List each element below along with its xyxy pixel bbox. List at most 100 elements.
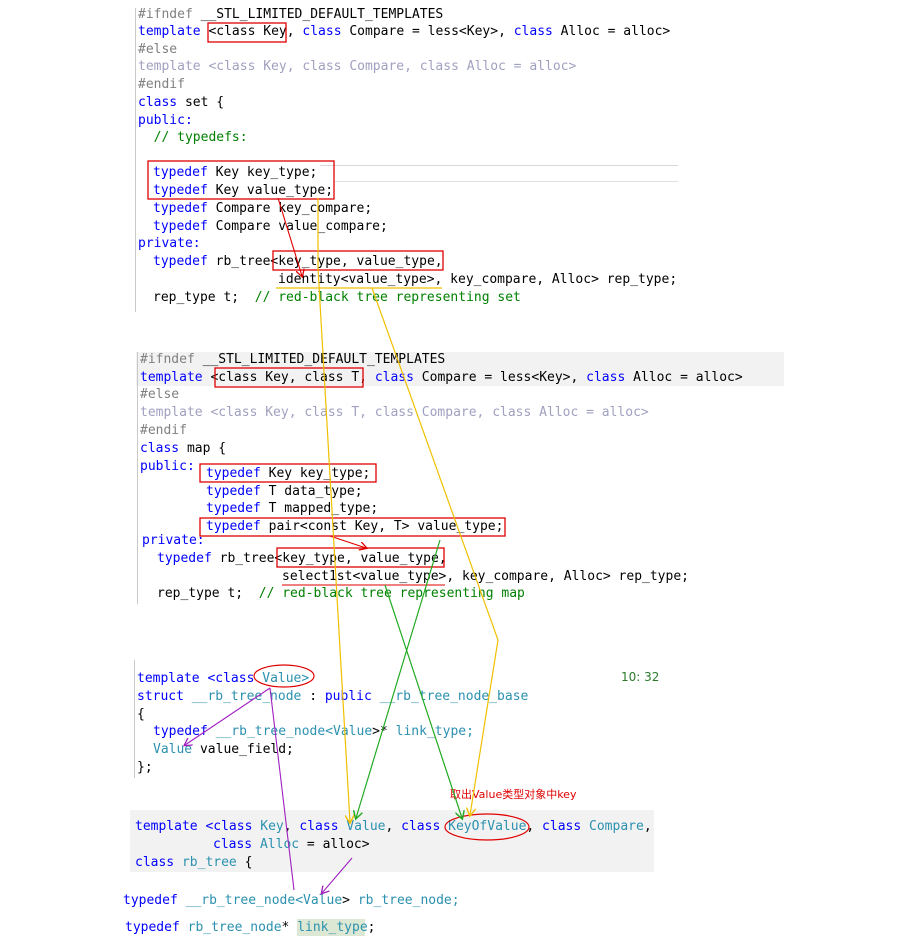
preprocessor-ifndef: #ifndef [140, 352, 195, 367]
node-template-line: template <class Value> [137, 670, 309, 687]
set-public-line: public: [138, 113, 193, 128]
rbtree-node-typedef-line: typedef __rb_tree_node<Value> rb_tree_no… [123, 892, 460, 909]
class-keyword: class [135, 855, 175, 870]
alloc-param: Alloc = alloc> [552, 24, 671, 39]
red-arrow-map [329, 535, 366, 548]
struct-name: __rb_tree_node [183, 689, 302, 704]
typedef-keyword: typedef [153, 254, 208, 269]
typedef-body: Key key_type; [207, 165, 318, 180]
typedef-keyword: typedef [123, 893, 178, 908]
compare-param: Compare = less<Key>, [413, 370, 587, 385]
map-select1st-line: select1st<value_type>, key_compare, Allo… [282, 569, 689, 584]
key-param: Key [252, 819, 284, 834]
typedef-keyword: typedef [206, 466, 261, 481]
code-comment: // red-black tree representing set [254, 290, 521, 305]
value-param: Value [338, 819, 386, 834]
node-struct-line: struct __rb_tree_node : public __rb_tree… [137, 688, 528, 705]
typedef-body: Key value_type; [207, 183, 334, 198]
compare-param: Compare = less<Key>, [341, 24, 514, 39]
typedef-body: rb_tree<key_type, value_type, [211, 551, 447, 566]
typedef-body: Key key_type; [260, 466, 371, 481]
angle-close: > [342, 893, 358, 908]
class-keyword: class [138, 95, 178, 110]
value-type-ref: Value [153, 742, 193, 757]
separator-line-2 [335, 181, 678, 182]
keyofvalue-annotation: 取出Value类型对象中key [450, 788, 577, 801]
separator: , [283, 819, 300, 834]
typedef-body: Compare key_compare; [207, 201, 373, 216]
typedef-body: rb_tree<key_type, value_type, [207, 254, 443, 269]
typedef-keyword: typedef [125, 920, 180, 935]
semicolon: ; [367, 920, 376, 935]
class-keyword: class [542, 819, 582, 834]
gutter-line-map [137, 352, 138, 604]
node-value-field-line: Value value_field; [153, 741, 294, 758]
class-keyword: class [367, 370, 414, 385]
typedef-keyword: typedef [153, 201, 208, 216]
alloc-param: Alloc [252, 837, 300, 852]
keyofvalue-param: KeyOfValue [440, 819, 527, 834]
separator-line [320, 165, 678, 166]
value-field-name: value_field; [192, 742, 294, 757]
map-data-type-line: typedef T data_type; [206, 483, 363, 500]
typedef-keyword: typedef [206, 501, 261, 516]
class-keyword: class [140, 441, 180, 456]
typedef-keyword: typedef [153, 724, 208, 739]
set-ifndef-line: #ifndef __STL_LIMITED_DEFAULT_TEMPLATES [138, 6, 443, 23]
class-keyword: class [513, 24, 553, 39]
pointer-token: * [281, 920, 298, 935]
rbtree-template-line: template <class Key, class Value, class … [135, 818, 652, 835]
class-name-set: set { [177, 95, 225, 110]
class-keyword: class [401, 819, 441, 834]
typedef-body: T data_type; [260, 484, 363, 499]
compare-param: Compare [581, 819, 644, 834]
macro-name: __STL_LIMITED_DEFAULT_TEMPLATES [194, 352, 446, 367]
rbtree-alloc-line: class Alloc = alloc> [213, 836, 370, 853]
preprocessor-ifndef: #ifndef [138, 7, 193, 22]
member-decl: rep_type t; [157, 586, 259, 601]
template-keyword: template < [135, 819, 214, 834]
value-type-ref: Value [333, 724, 373, 739]
value-param: Value> [254, 671, 310, 686]
map-class-line: class map { [140, 440, 226, 457]
timestamp-label: 10: 32 [621, 670, 660, 684]
typedef-keyword: typedef [206, 484, 261, 499]
separator: , [286, 24, 303, 39]
class-keyword: class [302, 24, 342, 39]
map-key-type-line: typedef Key key_type; [206, 465, 370, 482]
set-else-line: #else [138, 42, 178, 57]
base-class-name: __rb_tree_node_base [371, 689, 529, 704]
separator: , [526, 819, 543, 834]
set-rep-line: rep_type t; // red-black tree representi… [153, 289, 521, 306]
class-keyword: class [299, 819, 339, 834]
set-key-type-line: typedef Key key_type; [153, 164, 317, 181]
public-keyword: public [324, 689, 372, 704]
alloc-default: = alloc> [299, 837, 370, 852]
key-t-params: <class Key, class T, [210, 370, 367, 385]
link-type-name: link_type [297, 920, 368, 935]
rbtree-class-line: class rb_tree { [135, 854, 252, 871]
separator: , [643, 819, 652, 834]
class-key-param: <class Key [208, 24, 287, 39]
set-identity-line: identity<value_type>, key_compare, Alloc… [278, 272, 678, 287]
node-type-name: __rb_tree_node< [207, 724, 334, 739]
typedef-keyword: typedef [153, 219, 208, 234]
gutter-line-node [134, 660, 135, 778]
map-value-type-line: typedef pair<const Key, T> value_type; [206, 518, 503, 535]
set-template-line: template <class Key, class Compare = les… [138, 23, 670, 40]
class-name-rbtree: rb_tree [174, 855, 237, 870]
inherit-colon: : [301, 689, 325, 704]
member-decl: rep_type t; [153, 290, 255, 305]
node-open-brace: { [137, 707, 145, 722]
value-type-ref: Value [303, 893, 343, 908]
set-rbtree-line: typedef rb_tree<key_type, value_type, [153, 253, 443, 270]
rb-tree-node-ref: rb_tree_node [179, 920, 282, 935]
set-typedefs-comment: // typedefs: [138, 130, 248, 145]
macro-name: __STL_LIMITED_DEFAULT_TEMPLATES [192, 7, 444, 22]
alloc-param: Alloc = alloc> [625, 370, 743, 385]
rb-tree-node-name: rb_tree_node; [357, 893, 460, 908]
set-class-line: class set { [138, 94, 224, 111]
class-keyword: class [215, 671, 255, 686]
map-ifndef-line: #ifndef __STL_LIMITED_DEFAULT_TEMPLATES [140, 351, 445, 368]
node-link-type-line: typedef __rb_tree_node<Value>* link_type… [153, 723, 474, 740]
